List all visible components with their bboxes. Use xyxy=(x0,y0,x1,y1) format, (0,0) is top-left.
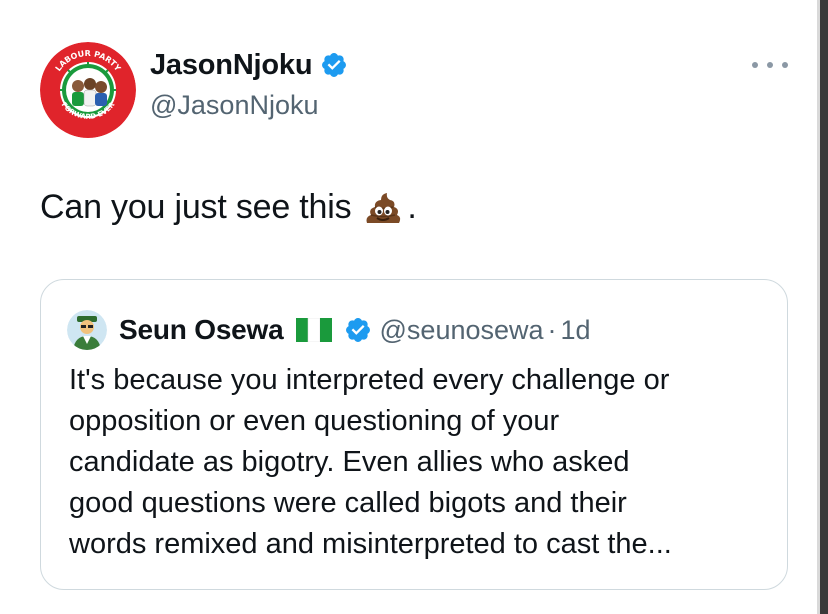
more-dot xyxy=(767,62,773,68)
quoted-body-line: It's because you interpreted every chall… xyxy=(69,364,670,396)
quoted-body-line: opposition or even questioning of your xyxy=(69,405,560,437)
quoted-body-line: good questions were called bigots and th… xyxy=(69,487,627,519)
quoted-body-line: words remixed and misinterpreted to cast… xyxy=(69,528,672,560)
quoted-timestamp[interactable]: 1d xyxy=(561,315,591,346)
more-options-icon[interactable] xyxy=(752,54,788,76)
author-avatar[interactable]: LABOUR PARTY FORWARD EVER xyxy=(40,42,136,138)
quoted-tweet-header: Seun Osewa @seunosewa · 1d xyxy=(67,310,591,350)
tweet-text-suffix: . xyxy=(407,188,417,226)
quoted-body-line: candidate as bigotry. Even allies who as… xyxy=(69,446,630,478)
quoted-separator: · xyxy=(547,314,557,345)
tweet-text-content: Can you just see this xyxy=(40,188,352,226)
more-dot xyxy=(782,62,788,68)
quoted-author-avatar[interactable] xyxy=(67,310,107,350)
quoted-handle[interactable]: @seunosewa xyxy=(380,315,544,346)
quoted-tweet-body: It's because you interpreted every chall… xyxy=(69,360,769,565)
more-dot xyxy=(752,62,758,68)
labour-party-logo-avatar: LABOUR PARTY FORWARD EVER xyxy=(40,42,136,138)
pile-of-poo-emoji-icon xyxy=(363,189,403,227)
author-handle[interactable]: @JasonNjoku xyxy=(150,90,348,121)
quoted-display-name[interactable]: Seun Osewa xyxy=(119,314,284,346)
nigeria-flag-icon xyxy=(295,317,332,343)
author-name-row[interactable]: JasonNjoku xyxy=(150,46,348,84)
quoted-verified-badge-icon[interactable] xyxy=(344,316,372,344)
quoted-tweet-card[interactable]: Seun Osewa @seunosewa · 1d It's because … xyxy=(40,279,788,590)
verified-badge-icon[interactable] xyxy=(320,51,348,79)
window-edge xyxy=(817,0,828,614)
tweet-text: Can you just see this . xyxy=(40,188,417,227)
author-block: JasonNjoku @JasonNjoku xyxy=(150,46,348,121)
author-display-name[interactable]: JasonNjoku xyxy=(150,49,313,82)
